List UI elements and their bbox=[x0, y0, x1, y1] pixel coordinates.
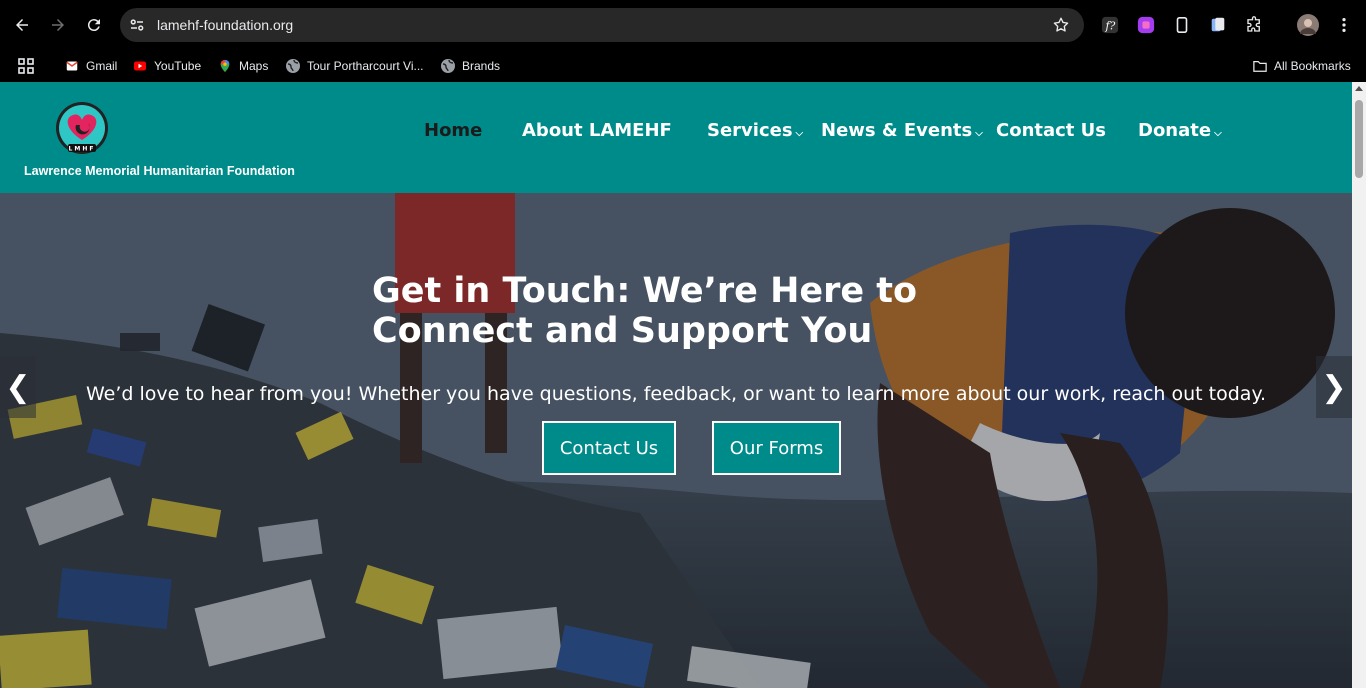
chevron-down-icon: ⌵ bbox=[795, 128, 804, 139]
bookmark-label: Brands bbox=[462, 59, 501, 73]
profile-avatar[interactable] bbox=[1297, 14, 1319, 36]
nav-label: About LAMEHF bbox=[522, 120, 672, 141]
svg-text:f?: f? bbox=[1105, 20, 1116, 33]
forward-button[interactable] bbox=[46, 13, 70, 37]
browser-menu-icon[interactable] bbox=[1334, 15, 1354, 35]
logo-text: LMHF bbox=[69, 146, 96, 153]
brand-name[interactable]: Lawrence Memorial Humanitarian Foundatio… bbox=[24, 164, 295, 178]
bookmark-label: Maps bbox=[239, 59, 269, 73]
nav-label: Contact Us bbox=[996, 120, 1107, 141]
nav-services[interactable]: Services ⌵ bbox=[707, 120, 803, 141]
document-extension-icon[interactable] bbox=[1208, 15, 1228, 35]
nav-news-events[interactable]: News & Events ⌵ bbox=[821, 120, 983, 141]
bookmark-label: YouTube bbox=[154, 59, 202, 73]
slider-next-arrow-icon[interactable]: ❯ bbox=[1316, 356, 1352, 418]
nav-about[interactable]: About LAMEHF bbox=[522, 120, 672, 141]
slider-prev-arrow-icon[interactable]: ❮ bbox=[0, 356, 36, 418]
forward-arrow-icon bbox=[52, 19, 64, 31]
bookmark-gmail[interactable]: Gmail bbox=[64, 54, 117, 78]
globe-icon bbox=[440, 58, 456, 74]
nav-label: News & Events bbox=[821, 120, 973, 141]
bookmark-tour-portharcourt[interactable]: Tour Portharcourt Vi... bbox=[285, 54, 424, 78]
purple-extension-icon[interactable] bbox=[1136, 15, 1156, 35]
hero-subtitle: We’d love to hear from you! Whether you … bbox=[85, 383, 1267, 405]
globe-icon bbox=[285, 58, 301, 74]
bookmark-label: Tour Portharcourt Vi... bbox=[307, 59, 424, 73]
bookmarks-bar: Gmail YouTube Maps Tour Portharcourt Vi.… bbox=[0, 50, 1366, 82]
maps-icon bbox=[217, 58, 233, 74]
apps-grid-icon[interactable] bbox=[18, 54, 34, 78]
chevron-down-icon: ⌵ bbox=[1214, 128, 1222, 139]
bookmark-youtube[interactable]: YouTube bbox=[132, 54, 201, 78]
browser-toolbar: lamehf-foundation.org f? bbox=[0, 0, 1366, 50]
nav-label: Home bbox=[424, 120, 483, 141]
address-bar[interactable]: lamehf-foundation.org bbox=[120, 8, 1084, 42]
hero-title: Get in Touch: We’re Here to Connect and … bbox=[372, 271, 918, 351]
back-arrow-icon bbox=[16, 19, 28, 31]
url-text[interactable]: lamehf-foundation.org bbox=[157, 16, 293, 34]
extensions-puzzle-icon[interactable] bbox=[1244, 15, 1264, 35]
bookmark-maps[interactable]: Maps bbox=[217, 54, 268, 78]
page-scrollbar[interactable] bbox=[1352, 82, 1366, 688]
chevron-down-icon: ⌵ bbox=[975, 128, 983, 139]
font-extension-icon[interactable]: f? bbox=[1100, 15, 1120, 35]
back-button[interactable] bbox=[10, 13, 34, 37]
site-settings-icon[interactable] bbox=[128, 16, 146, 34]
reload-icon bbox=[87, 19, 100, 32]
bookmark-brands[interactable]: Brands bbox=[440, 54, 500, 78]
bookmark-label: Gmail bbox=[86, 59, 118, 73]
all-bookmarks-label: All Bookmarks bbox=[1274, 59, 1351, 73]
bookmark-star-icon[interactable] bbox=[1052, 16, 1070, 34]
reload-button[interactable] bbox=[82, 13, 106, 37]
nav-contact[interactable]: Contact Us bbox=[996, 120, 1106, 141]
foundation-logo[interactable]: LMHF bbox=[54, 100, 110, 156]
scroll-up-icon[interactable] bbox=[1355, 86, 1363, 91]
hero-slider: Get in Touch: We’re Here to Connect and … bbox=[0, 193, 1352, 688]
our-forms-button[interactable]: Our Forms bbox=[712, 421, 841, 475]
site-header: LMHF Lawrence Memorial Humanitarian Foun… bbox=[0, 82, 1352, 193]
contact-us-button[interactable]: Contact Us bbox=[542, 421, 676, 475]
gmail-icon bbox=[64, 58, 80, 74]
youtube-icon bbox=[132, 58, 148, 74]
hero-overlay bbox=[0, 193, 1352, 688]
nav-label: Donate bbox=[1138, 120, 1212, 141]
scrollbar-thumb[interactable] bbox=[1355, 100, 1363, 178]
mobile-device-icon[interactable] bbox=[1172, 15, 1192, 35]
all-bookmarks-button[interactable]: All Bookmarks bbox=[1252, 54, 1351, 78]
folder-icon bbox=[1252, 58, 1268, 74]
nav-donate[interactable]: Donate ⌵ bbox=[1138, 120, 1222, 141]
nav-label: Services bbox=[707, 120, 793, 141]
nav-home[interactable]: Home bbox=[424, 120, 482, 141]
